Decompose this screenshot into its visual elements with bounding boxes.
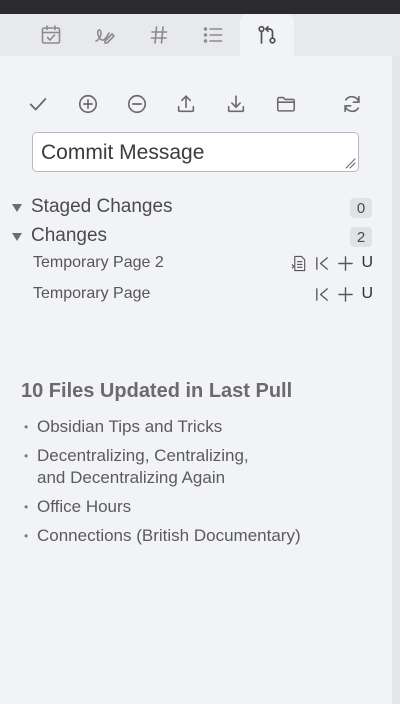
discard-icon: [316, 287, 328, 301]
changes-header[interactable]: Changes 2: [12, 222, 372, 250]
git-toolbar: [0, 84, 392, 120]
calendar-icon: [41, 25, 61, 44]
plus-icon: [338, 286, 353, 302]
commit-button[interactable]: [24, 90, 52, 118]
discard-button[interactable]: [313, 254, 331, 272]
list-item[interactable]: Office Hours: [24, 496, 364, 518]
refresh-icon: [344, 95, 360, 113]
plus-circle-icon: [78, 94, 98, 114]
staged-count-badge: 0: [350, 198, 372, 218]
change-layout-button[interactable]: [272, 90, 300, 118]
collapse-triangle-icon[interactable]: [12, 203, 22, 212]
stage-button[interactable]: [336, 254, 354, 272]
list-icon: [203, 27, 223, 43]
push-button[interactable]: [172, 90, 200, 118]
refresh-button[interactable]: [338, 90, 366, 118]
tab-calendar[interactable]: [24, 14, 78, 56]
stage-button[interactable]: [336, 285, 354, 303]
file-name: Temporary Page 2: [33, 254, 164, 271]
minus-circle-icon: [127, 94, 147, 114]
discard-icon: [316, 256, 328, 270]
staged-changes-header[interactable]: Staged Changes 0: [12, 193, 372, 221]
download-icon: [227, 95, 245, 113]
file-status: U: [361, 254, 373, 271]
file-item[interactable]: Temporary Page U: [33, 281, 373, 307]
signature-icon: [95, 29, 115, 44]
checkmark-icon: [29, 98, 47, 111]
hashtag-icon: [150, 26, 168, 44]
stage-all-button[interactable]: [74, 90, 102, 118]
panel-edge: [392, 56, 400, 704]
file-status: U: [361, 285, 373, 302]
section-label: Staged Changes: [31, 196, 173, 217]
discard-button[interactable]: [313, 285, 331, 303]
pull-button[interactable]: [222, 90, 250, 118]
open-file-button[interactable]: [290, 254, 308, 272]
section-label: Changes: [31, 225, 108, 246]
list-item[interactable]: Connections (British Documentary): [24, 525, 364, 547]
plus-icon: [338, 255, 353, 271]
window-top-bar: [0, 0, 400, 14]
tab-signature[interactable]: [78, 14, 132, 56]
list-item[interactable]: Obsidian Tips and Tricks: [24, 416, 364, 438]
source-control-icon: [258, 25, 276, 44]
file-name: Temporary Page: [33, 285, 151, 302]
file-item[interactable]: Temporary Page 2 U: [33, 250, 373, 276]
unstage-all-button[interactable]: [123, 90, 151, 118]
resize-grip-icon[interactable]: [344, 157, 356, 169]
tab-tags[interactable]: [132, 14, 186, 56]
tab-source-control[interactable]: [240, 14, 294, 56]
list-item[interactable]: Decentralizing, Centralizing, and Decent…: [24, 445, 274, 489]
upload-icon: [177, 95, 195, 113]
folder-icon: [276, 96, 296, 112]
tab-outline[interactable]: [186, 14, 240, 56]
commit-message-input[interactable]: [32, 132, 359, 172]
collapse-triangle-icon[interactable]: [12, 232, 22, 241]
last-pull-title: 10 Files Updated in Last Pull: [21, 380, 293, 402]
last-pull-list: Obsidian Tips and Tricks Decentralizing,…: [24, 416, 364, 554]
changes-count-badge: 2: [350, 227, 372, 247]
open-file-icon: [291, 255, 306, 271]
